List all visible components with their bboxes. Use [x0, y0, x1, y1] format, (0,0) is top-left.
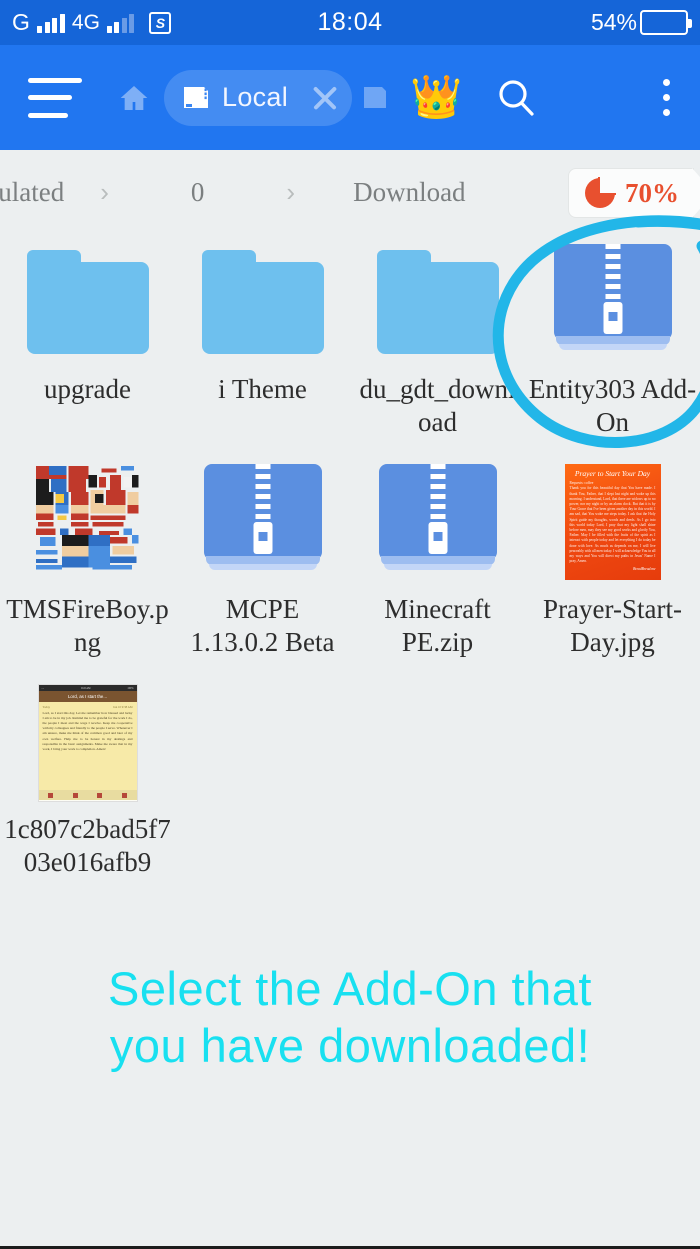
file-name-label: TMSFireBoy.png — [6, 594, 169, 657]
note-toolbar — [38, 790, 137, 800]
app-toolbar: Local 👑 — [0, 45, 700, 150]
file-name-label: Prayer-Start-Day.jpg — [543, 594, 682, 657]
chevron-right-icon-2: › — [286, 177, 296, 207]
breadcrumb-item-0[interactable]: ...ulated — [0, 177, 64, 208]
file-item-note-screenshot[interactable]: .... 9:43 AM 100% Lord, as I start the..… — [0, 678, 175, 898]
zip-file-icon — [203, 464, 322, 576]
folder-icon — [201, 244, 324, 354]
file-item-minecraft-pe-zip[interactable]: Minecraft PE.zip — [350, 458, 525, 678]
zip-file-icon — [553, 244, 672, 356]
storage-percent-label: 70% — [625, 177, 679, 208]
note-date-right: Jun 10 9:38 AM — [113, 705, 133, 709]
breadcrumb: ...ulated › 0 › Download 70% — [0, 150, 700, 235]
annotation-text-line-2: you have downloaded! — [109, 1019, 591, 1073]
thumbnail — [552, 244, 674, 359]
prayer-title: Prayer to Start Your Day — [574, 469, 651, 478]
file-name-label: upgrade — [44, 374, 131, 404]
prayer-signature: BreadBread.me — [633, 566, 656, 571]
minecraft-skin-thumbnail — [26, 464, 149, 576]
file-manager-screen: G 4G S 18:04 54% Local 👑 ulated › 0 › Do… — [0, 0, 700, 1249]
thumbnail — [202, 464, 324, 579]
note-title-bar: Lord, as I start the... — [38, 691, 137, 702]
thumbnail — [26, 244, 149, 359]
file-name-label: 1c807c2bad5f703e016afb9 — [4, 814, 171, 877]
thumbnail — [26, 464, 149, 579]
file-name-label: Entity303 Add-On — [528, 374, 697, 437]
annotation-text: Select the Add-On that you have download… — [0, 960, 700, 1075]
clock-label: 18:04 — [317, 8, 383, 36]
chevron-right-icon: › — [100, 177, 109, 207]
crown-icon[interactable]: 👑 — [410, 77, 462, 119]
file-item-prayer-start-day-jpg[interactable]: Prayer to Start Your Day Requests: coffe… — [525, 458, 700, 678]
file-item-du-gdt-download[interactable]: du_gdt_download — [350, 238, 525, 458]
file-name-label: i Theme — [218, 374, 307, 404]
breadcrumb-item-2[interactable]: Download — [353, 177, 465, 208]
breadcrumb-item-1[interactable]: 0 — [191, 177, 205, 208]
folder-icon — [26, 244, 149, 354]
storage-usage-badge[interactable]: 70% — [568, 168, 700, 218]
battery-icon — [640, 10, 692, 35]
note-date-row: Today Jun 10 9:38 AM — [43, 705, 133, 709]
status-bar: G 4G S 18:04 54% — [0, 0, 700, 45]
zip-file-icon — [378, 464, 497, 576]
tab-local-label: Local — [222, 82, 289, 112]
note-status-time: 9:43 AM — [81, 686, 91, 690]
annotation-text-line-1: Select the Add-On that — [108, 962, 592, 1015]
more-vertical-icon[interactable] — [663, 79, 670, 116]
file-item-mcpe-beta[interactable]: MCPE 1.13.0.2 Beta — [175, 458, 350, 678]
note-date-left: Today — [42, 705, 50, 709]
hamburger-menu-icon[interactable] — [28, 77, 82, 118]
prayer-image-thumbnail: Prayer to Start Your Day Requests: coffe… — [564, 464, 661, 580]
note-status-right: 100% — [127, 686, 134, 690]
file-item-tmsfireboy-png[interactable]: TMSFireBoy.png — [0, 458, 175, 678]
sdcard-icon — [182, 85, 210, 110]
close-icon[interactable] — [310, 83, 340, 113]
file-grid: upgrade i Theme du_gdt_download Entity30… — [0, 238, 700, 898]
note-status-left: .... — [41, 686, 45, 690]
search-icon[interactable] — [496, 78, 536, 118]
file-name-label: Minecraft PE.zip — [384, 594, 491, 657]
file-item-upgrade[interactable]: upgrade — [0, 238, 175, 458]
pie-chart-icon — [585, 177, 616, 208]
thumbnail: .... 9:43 AM 100% Lord, as I start the..… — [27, 684, 149, 802]
file-item-entity303-add-on[interactable]: Entity303 Add-On — [525, 238, 700, 458]
file-name-label: du_gdt_download — [359, 374, 516, 437]
file-item-i-theme[interactable]: i Theme — [175, 238, 350, 458]
file-name-label: MCPE 1.13.0.2 Beta — [190, 594, 335, 657]
thumbnail — [377, 464, 499, 579]
note-title: Lord, as I start the... — [67, 694, 108, 699]
thumbnail — [376, 244, 499, 359]
thumbnail — [201, 244, 324, 359]
sdcard-ghost-icon[interactable] — [362, 86, 388, 110]
folder-icon — [376, 244, 499, 354]
tab-local[interactable]: Local — [164, 69, 353, 126]
thumbnail: Prayer to Start Your Day Requests: coffe… — [552, 464, 674, 580]
note-screenshot-thumbnail: .... 9:43 AM 100% Lord, as I start the..… — [37, 684, 138, 802]
note-body: Lord, as I start this day, Let me rememb… — [42, 711, 133, 751]
home-icon[interactable] — [118, 82, 150, 114]
prayer-body: Thank you for this beautiful day that Yo… — [569, 486, 656, 564]
note-paper: Today Jun 10 9:38 AM Lord, as I start th… — [38, 702, 137, 790]
